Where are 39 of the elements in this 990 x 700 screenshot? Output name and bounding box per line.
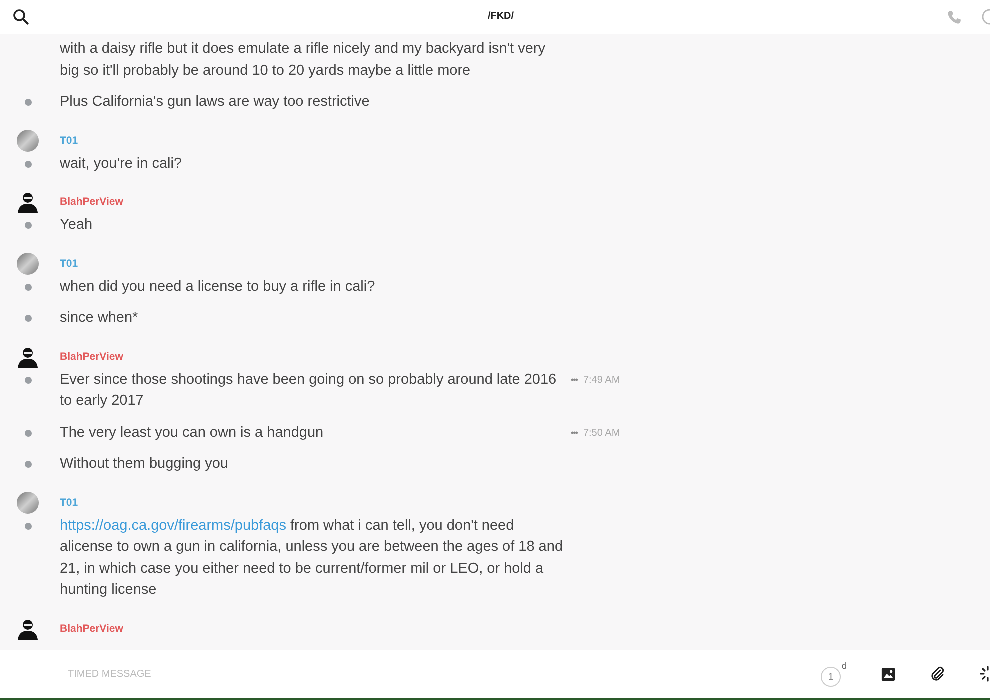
channel-title: /FKD/: [488, 11, 514, 22]
status-dot-icon: [25, 461, 32, 468]
message-text: Ever since those shootings have been going on so probably around late 2016 to early 2017: [60, 370, 558, 411]
author-name[interactable]: T01: [60, 496, 78, 508]
message-input-field[interactable]: TIMED MESSAGE: [62, 664, 274, 684]
paperclip-icon[interactable]: [930, 666, 946, 682]
more-button[interactable]: •••: [571, 428, 578, 438]
message-text: with a daisy rifle but it does emulate a rifle nicely and my backyard isn't very big so it'll probably be around 10 to 20 yards maybe a little more: [60, 40, 547, 80]
status-dot-icon: [25, 430, 32, 436]
avatar[interactable]: [17, 191, 39, 213]
status-dot-icon: [25, 160, 32, 168]
message-text: wait, you're in cali?: [60, 154, 184, 174]
message-link[interactable]: https://oag.ca.gov/firearms/pubfaqs: [60, 518, 286, 534]
author-name[interactable]: BlahPerView: [60, 350, 124, 362]
image-icon[interactable]: [881, 666, 896, 682]
status-dot-icon: [25, 376, 32, 384]
author-name[interactable]: BlahPerView: [60, 196, 124, 208]
loading-icon[interactable]: [980, 666, 990, 682]
message-text: https://oag.ca.gov/firearms/pubfaqs from what i can tell, you don't need alicense to own a gun in california, unless you are between the ages of 18 and 21, in which case you either need to be current/former mil or LEO, or hold a hunting license: [60, 516, 564, 600]
status-dot-icon: [25, 99, 32, 106]
message-text: when did you need a license to buy a rifle in cali?: [60, 278, 376, 296]
search-icon[interactable]: [13, 9, 29, 25]
message-text: since when*: [60, 309, 140, 328]
status-dot-icon: [25, 315, 32, 322]
status-dot-icon: [25, 522, 32, 530]
message-text: Without them bugging you: [60, 455, 230, 474]
message-text: The very least you can own is a handgun: [60, 424, 325, 442]
author-name[interactable]: T01: [60, 134, 78, 146]
message-text: Yeah: [60, 216, 94, 235]
author-name[interactable]: BlahPerView: [60, 622, 124, 634]
message-text: Plus California's gun laws are way too restrictive: [60, 93, 371, 112]
avatar[interactable]: [17, 346, 39, 368]
status-dot-icon: [25, 284, 32, 290]
status-dot-icon: [25, 222, 32, 229]
more-button[interactable]: •••: [571, 375, 578, 386]
timestamp: 7:50 AM: [583, 428, 620, 439]
avatar[interactable]: [17, 618, 39, 640]
author-name[interactable]: T01: [60, 258, 78, 270]
timestamp: 7:49 AM: [583, 374, 620, 386]
